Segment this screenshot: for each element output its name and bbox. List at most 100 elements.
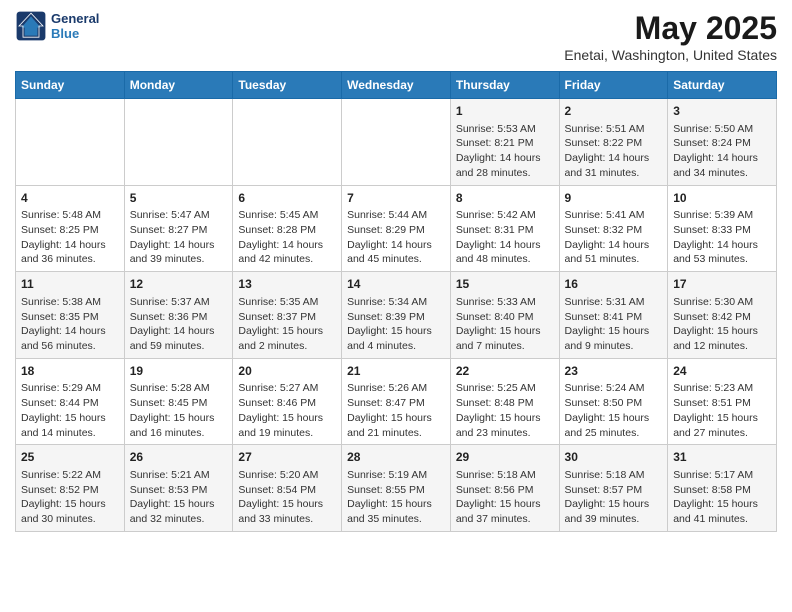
day-number: 13 [238, 276, 336, 293]
calendar-cell [124, 99, 233, 186]
calendar-cell: 8Sunrise: 5:42 AM Sunset: 8:31 PM Daylig… [450, 185, 559, 272]
main-title: May 2025 [564, 10, 777, 47]
day-info: Sunrise: 5:23 AM Sunset: 8:51 PM Dayligh… [673, 381, 771, 440]
day-info: Sunrise: 5:33 AM Sunset: 8:40 PM Dayligh… [456, 295, 554, 354]
day-info: Sunrise: 5:51 AM Sunset: 8:22 PM Dayligh… [565, 122, 663, 181]
calendar-cell: 13 Sunrise: 5:35 AM Sunset: 8:37 PM Dayli… [233, 272, 342, 359]
calendar-cell: 11 Sunrise: 5:38 AM Sunset: 8:35 PM Dayli… [16, 272, 125, 359]
day-number: 25 [21, 449, 119, 466]
calendar-cell: 9Sunrise: 5:41 AM Sunset: 8:32 PM Daylig… [559, 185, 668, 272]
day-number: 28 [347, 449, 445, 466]
calendar-cell: 23Sunrise: 5:24 AM Sunset: 8:50 PM Dayli… [559, 358, 668, 445]
day-number: 6 [238, 190, 336, 207]
day-info: Sunrise: 5:18 AM Sunset: 8:56 PM Dayligh… [456, 468, 554, 527]
day-info: Sunrise: 5:42 AM Sunset: 8:31 PM Dayligh… [456, 208, 554, 267]
day-number: 15 [456, 276, 554, 293]
logo-icon [15, 10, 47, 42]
calendar-cell: 12Sunrise: 5:37 AM Sunset: 8:36 PM Dayli… [124, 272, 233, 359]
day-info: Sunrise: 5:24 AM Sunset: 8:50 PM Dayligh… [565, 381, 663, 440]
day-info: Sunrise: 5:26 AM Sunset: 8:47 PM Dayligh… [347, 381, 445, 440]
day-info: Sunrise: 5:27 AM Sunset: 8:46 PM Dayligh… [238, 381, 336, 440]
day-number: 31 [673, 449, 771, 466]
day-info: Sunrise: 5:38 AM Sunset: 8:35 PM Dayligh… [21, 295, 119, 354]
day-header: Tuesday [233, 72, 342, 99]
calendar-cell: 28 Sunrise: 5:19 AM Sunset: 8:55 PM Dayli… [342, 445, 451, 532]
calendar-cell: 3Sunrise: 5:50 AM Sunset: 8:24 PM Daylig… [668, 99, 777, 186]
day-header: Thursday [450, 72, 559, 99]
calendar-cell: 30 Sunrise: 5:18 AM Sunset: 8:57 PM Dayli… [559, 445, 668, 532]
day-number: 30 [565, 449, 663, 466]
day-number: 23 [565, 363, 663, 380]
day-number: 9 [565, 190, 663, 207]
calendar-cell: 19Sunrise: 5:28 AM Sunset: 8:45 PM Dayli… [124, 358, 233, 445]
day-number: 27 [238, 449, 336, 466]
day-number: 11 [21, 276, 119, 293]
calendar-cell: 2Sunrise: 5:51 AM Sunset: 8:22 PM Daylig… [559, 99, 668, 186]
calendar-cell: 16 Sunrise: 5:31 AM Sunset: 8:41 PM Dayli… [559, 272, 668, 359]
day-info: Sunrise: 5:53 AM Sunset: 8:21 PM Dayligh… [456, 122, 554, 181]
logo-text: General Blue [51, 11, 99, 41]
day-info: Sunrise: 5:39 AM Sunset: 8:33 PM Dayligh… [673, 208, 771, 267]
header-row: SundayMondayTuesdayWednesdayThursdayFrid… [16, 72, 777, 99]
day-header: Sunday [16, 72, 125, 99]
calendar-cell: 20Sunrise: 5:27 AM Sunset: 8:46 PM Dayli… [233, 358, 342, 445]
day-info: Sunrise: 5:47 AM Sunset: 8:27 PM Dayligh… [130, 208, 228, 267]
day-number: 12 [130, 276, 228, 293]
calendar-cell [16, 99, 125, 186]
header: General Blue May 2025 Enetai, Washington… [15, 10, 777, 63]
day-info: Sunrise: 5:41 AM Sunset: 8:32 PM Dayligh… [565, 208, 663, 267]
day-number: 16 [565, 276, 663, 293]
logo: General Blue [15, 10, 99, 42]
calendar-cell: 14 Sunrise: 5:34 AM Sunset: 8:39 PM Dayli… [342, 272, 451, 359]
day-info: Sunrise: 5:17 AM Sunset: 8:58 PM Dayligh… [673, 468, 771, 527]
day-header: Wednesday [342, 72, 451, 99]
calendar-cell: 21Sunrise: 5:26 AM Sunset: 8:47 PM Dayli… [342, 358, 451, 445]
calendar-cell: 26Sunrise: 5:21 AM Sunset: 8:53 PM Dayli… [124, 445, 233, 532]
week-row: 25 Sunrise: 5:22 AM Sunset: 8:52 PM Dayli… [16, 445, 777, 532]
day-info: Sunrise: 5:20 AM Sunset: 8:54 PM Dayligh… [238, 468, 336, 527]
day-info: Sunrise: 5:28 AM Sunset: 8:45 PM Dayligh… [130, 381, 228, 440]
day-number: 1 [456, 103, 554, 120]
day-number: 10 [673, 190, 771, 207]
day-number: 18 [21, 363, 119, 380]
day-number: 3 [673, 103, 771, 120]
calendar-cell: 7Sunrise: 5:44 AM Sunset: 8:29 PM Daylig… [342, 185, 451, 272]
calendar-cell [233, 99, 342, 186]
day-info: Sunrise: 5:19 AM Sunset: 8:55 PM Dayligh… [347, 468, 445, 527]
day-info: Sunrise: 5:31 AM Sunset: 8:41 PM Dayligh… [565, 295, 663, 354]
day-number: 19 [130, 363, 228, 380]
day-number: 14 [347, 276, 445, 293]
calendar-cell: 17Sunrise: 5:30 AM Sunset: 8:42 PM Dayli… [668, 272, 777, 359]
calendar-cell: 24Sunrise: 5:23 AM Sunset: 8:51 PM Dayli… [668, 358, 777, 445]
day-info: Sunrise: 5:30 AM Sunset: 8:42 PM Dayligh… [673, 295, 771, 354]
day-info: Sunrise: 5:22 AM Sunset: 8:52 PM Dayligh… [21, 468, 119, 527]
calendar-cell: 22Sunrise: 5:25 AM Sunset: 8:48 PM Dayli… [450, 358, 559, 445]
day-number: 20 [238, 363, 336, 380]
day-number: 7 [347, 190, 445, 207]
calendar-cell: 5Sunrise: 5:47 AM Sunset: 8:27 PM Daylig… [124, 185, 233, 272]
day-info: Sunrise: 5:21 AM Sunset: 8:53 PM Dayligh… [130, 468, 228, 527]
day-info: Sunrise: 5:44 AM Sunset: 8:29 PM Dayligh… [347, 208, 445, 267]
week-row: 1 Sunrise: 5:53 AM Sunset: 8:21 PM Daylig… [16, 99, 777, 186]
calendar-cell: 29 Sunrise: 5:18 AM Sunset: 8:56 PM Dayli… [450, 445, 559, 532]
subtitle: Enetai, Washington, United States [564, 47, 777, 63]
day-number: 29 [456, 449, 554, 466]
day-info: Sunrise: 5:34 AM Sunset: 8:39 PM Dayligh… [347, 295, 445, 354]
calendar-cell [342, 99, 451, 186]
day-info: Sunrise: 5:29 AM Sunset: 8:44 PM Dayligh… [21, 381, 119, 440]
calendar-cell: 6Sunrise: 5:45 AM Sunset: 8:28 PM Daylig… [233, 185, 342, 272]
calendar-cell: 27 Sunrise: 5:20 AM Sunset: 8:54 PM Dayli… [233, 445, 342, 532]
day-number: 8 [456, 190, 554, 207]
day-info: Sunrise: 5:45 AM Sunset: 8:28 PM Dayligh… [238, 208, 336, 267]
day-number: 21 [347, 363, 445, 380]
page-container: General Blue May 2025 Enetai, Washington… [0, 0, 792, 547]
week-row: 11 Sunrise: 5:38 AM Sunset: 8:35 PM Dayli… [16, 272, 777, 359]
week-row: 4Sunrise: 5:48 AM Sunset: 8:25 PM Daylig… [16, 185, 777, 272]
day-number: 5 [130, 190, 228, 207]
calendar-cell: 15 Sunrise: 5:33 AM Sunset: 8:40 PM Dayli… [450, 272, 559, 359]
day-info: Sunrise: 5:35 AM Sunset: 8:37 PM Dayligh… [238, 295, 336, 354]
title-block: May 2025 Enetai, Washington, United Stat… [564, 10, 777, 63]
day-info: Sunrise: 5:48 AM Sunset: 8:25 PM Dayligh… [21, 208, 119, 267]
day-number: 24 [673, 363, 771, 380]
day-info: Sunrise: 5:18 AM Sunset: 8:57 PM Dayligh… [565, 468, 663, 527]
